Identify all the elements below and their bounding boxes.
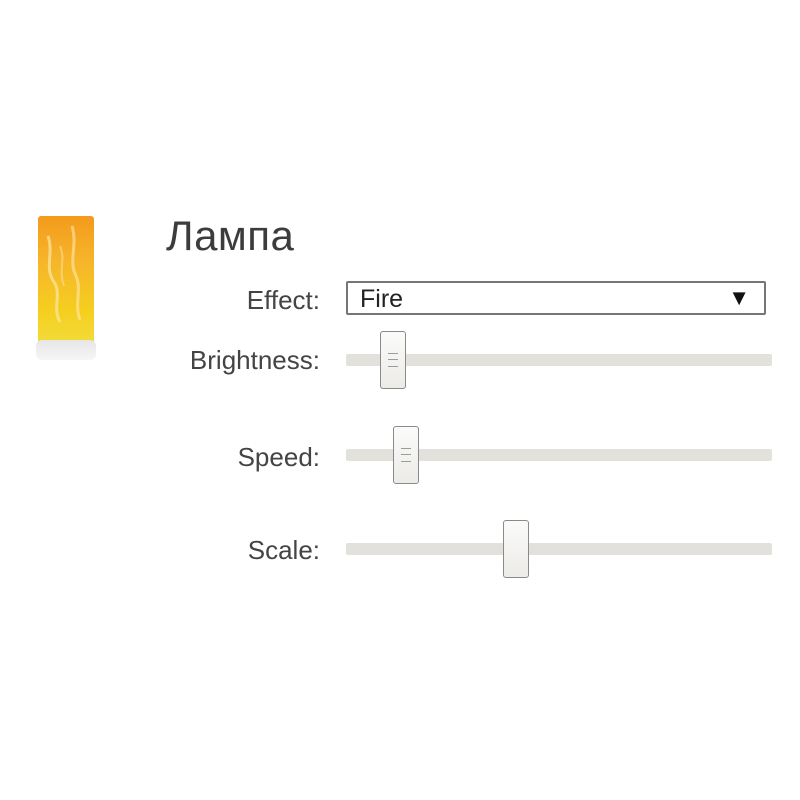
slider-thumb[interactable]: [503, 520, 530, 578]
speed-label: Speed:: [237, 442, 320, 472]
slider-track: [346, 543, 772, 555]
slider-track: [346, 354, 772, 366]
grip-icon: [387, 353, 398, 367]
brightness-slider[interactable]: [346, 331, 772, 389]
scale-label: Scale:: [247, 535, 320, 565]
effect-select-value: Fire: [360, 285, 404, 313]
brightness-label: Brightness:: [189, 345, 320, 375]
page-title: Лампа: [166, 212, 295, 259]
speed-slider[interactable]: [346, 426, 772, 484]
lamp-control-panel: Лампа Effect: Fire ▼ Brightness: Speed: …: [0, 0, 800, 800]
slider-thumb[interactable]: [379, 331, 406, 389]
grip-icon: [400, 448, 411, 462]
scale-slider[interactable]: [346, 520, 772, 578]
effect-select[interactable]: Fire ▼: [346, 281, 766, 315]
chevron-down-icon: ▼: [728, 285, 750, 310]
flame-lamp-icon: [34, 216, 98, 364]
slider-thumb[interactable]: [392, 426, 419, 484]
effect-label: Effect:: [246, 285, 320, 315]
